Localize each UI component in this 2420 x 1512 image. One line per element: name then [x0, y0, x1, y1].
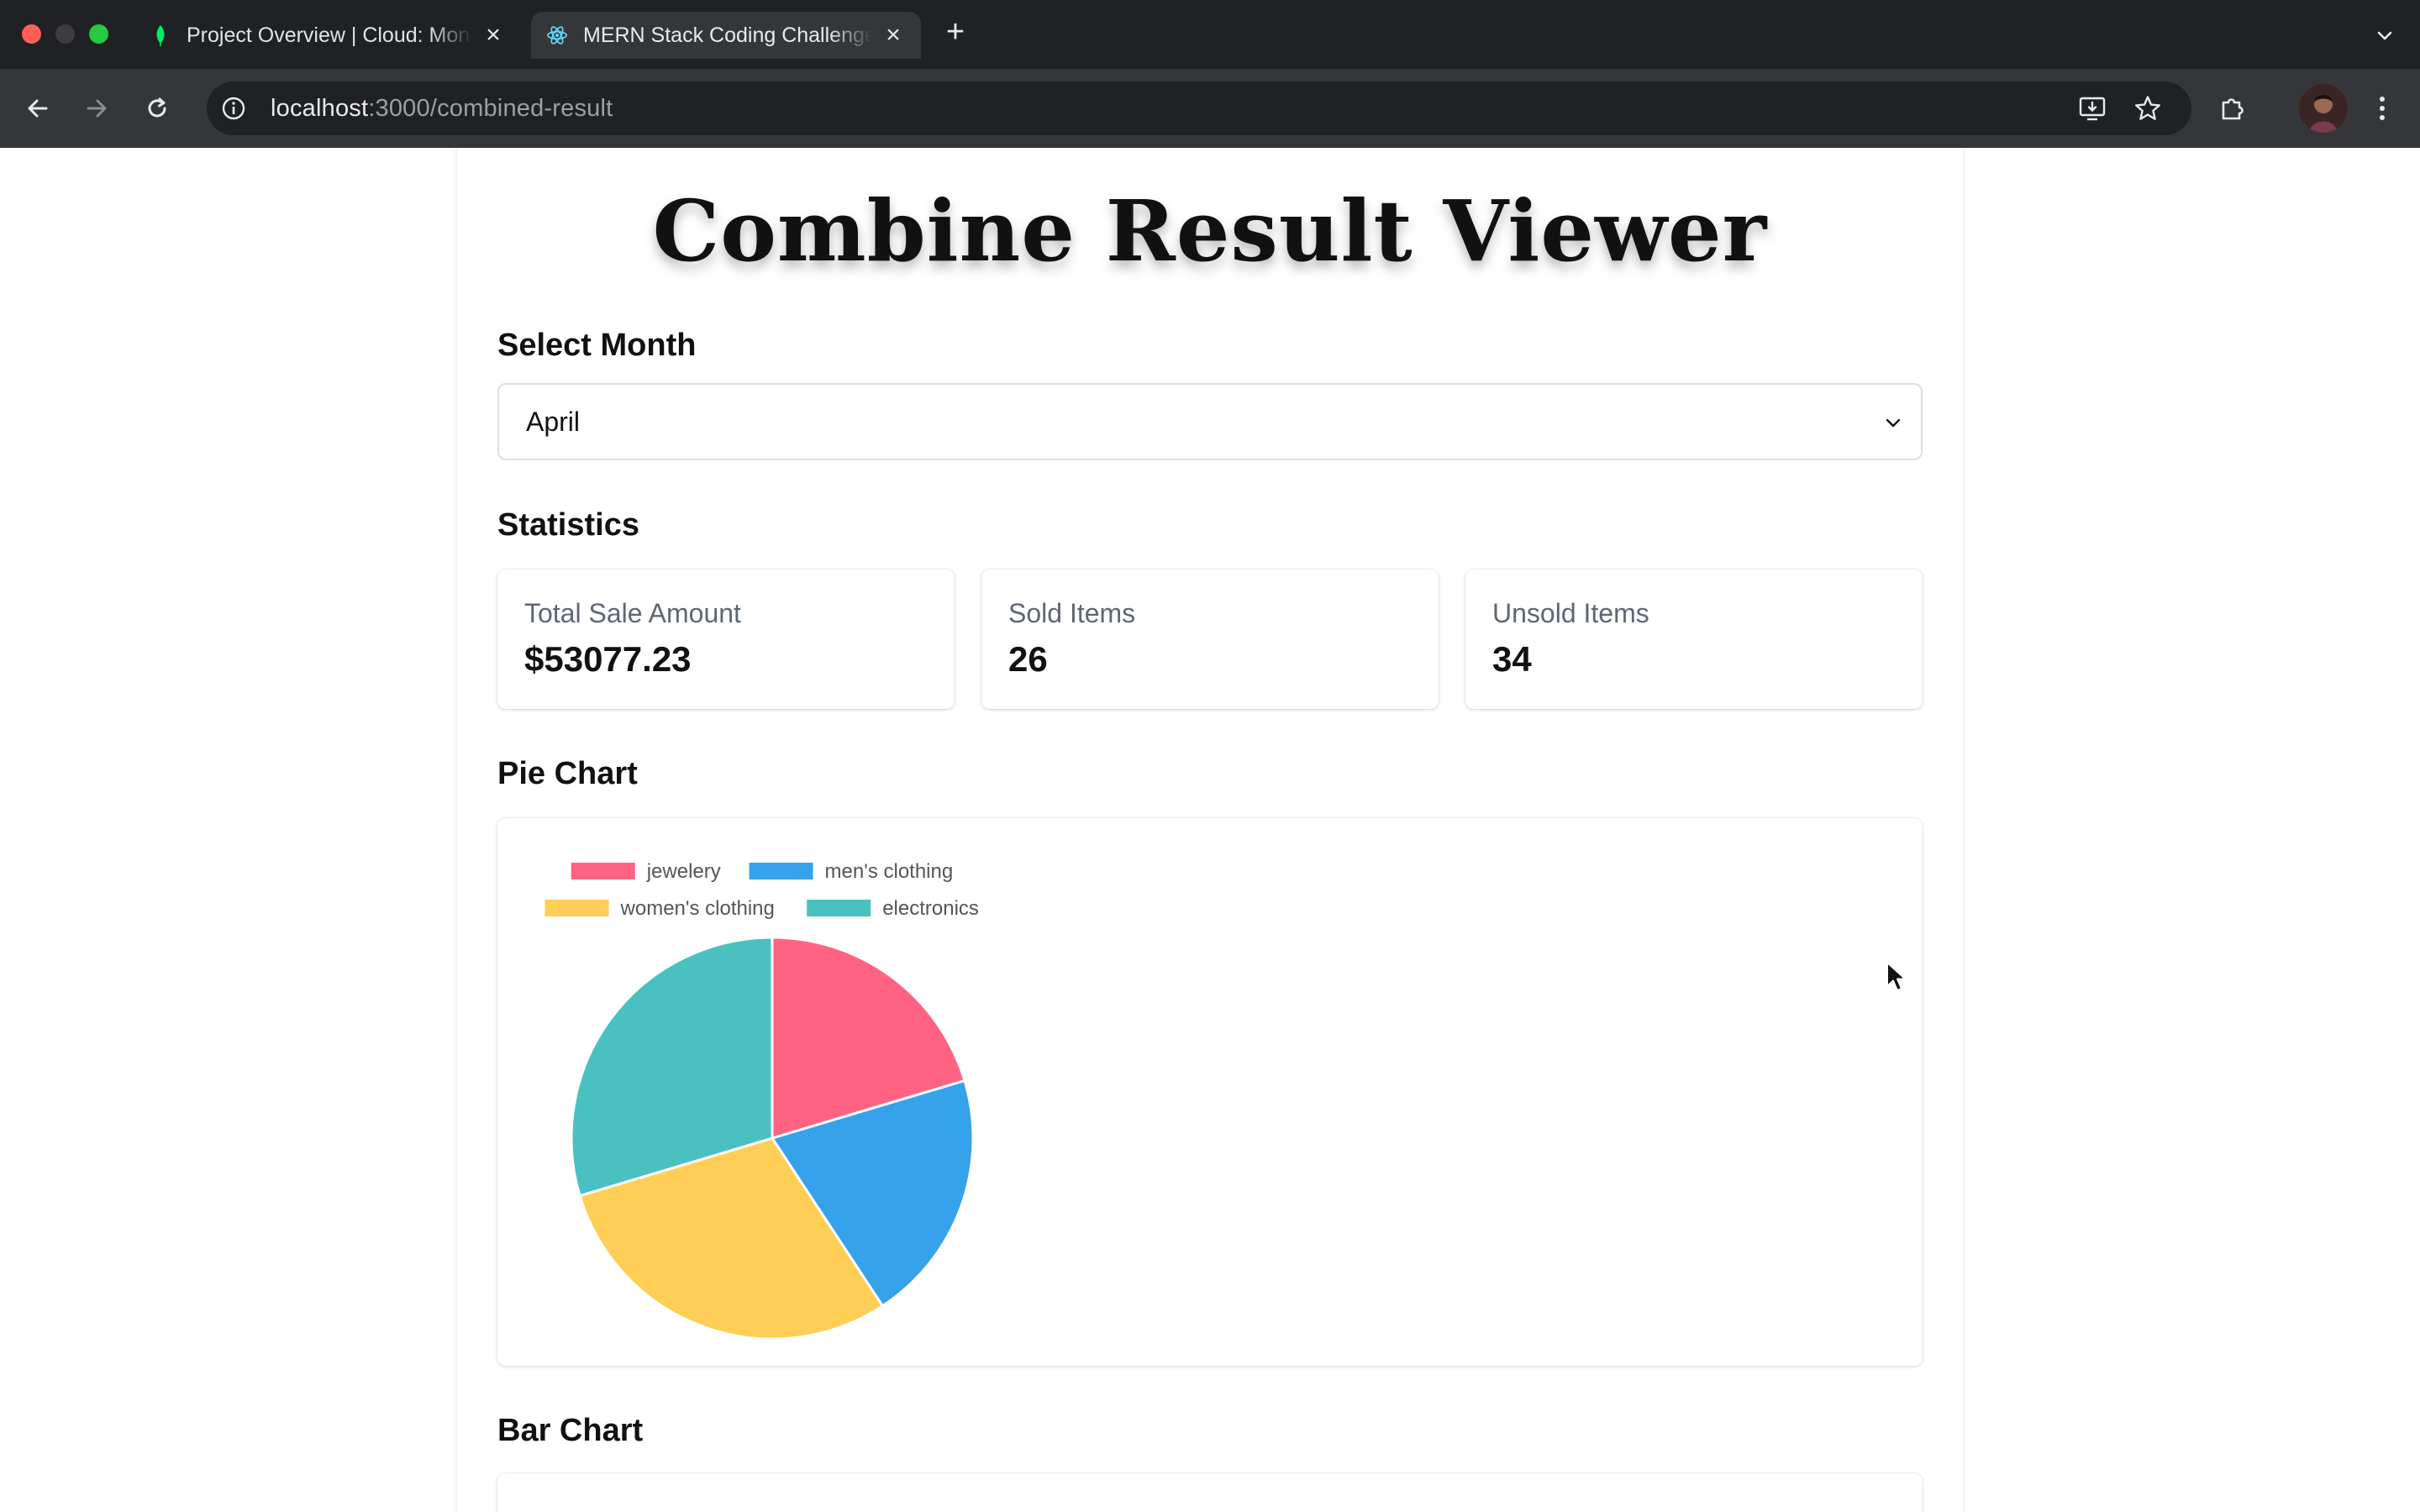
stat-card-total-sale: Total Sale Amount $53077.23 — [497, 570, 955, 709]
browser-toolbar: localhost:3000/combined-result — [0, 69, 2420, 148]
statistics-heading: Statistics — [497, 507, 639, 543]
stat-value: 34 — [1492, 639, 1532, 679]
tab-search-chevron-icon[interactable] — [2368, 18, 2402, 52]
stat-label: Total Sale Amount — [524, 598, 741, 628]
tab-project-overview[interactable]: Project Overview | Cloud: MongoDB Cloud … — [134, 12, 521, 59]
window-minimize-button[interactable] — [55, 24, 75, 44]
bar-chart-heading: Bar Chart — [497, 1413, 644, 1448]
legend-label[interactable]: electronics — [882, 897, 979, 920]
url-text[interactable]: localhost:3000/combined-result — [271, 95, 613, 123]
stat-card-unsold-items: Unsold Items 34 — [1465, 570, 1923, 709]
stat-label: Sold Items — [1008, 598, 1136, 628]
url-path: :3000/combined-result — [368, 94, 613, 122]
pie-chart-card: jewelery men's clothing women's clothing el… — [497, 818, 1923, 1366]
tab-title: MERN Stack Coding Challenge — [583, 23, 872, 47]
bar-chart-card — [497, 1473, 1923, 1512]
legend-swatch[interactable] — [749, 863, 813, 879]
site-info-icon[interactable] — [220, 95, 247, 122]
legend-label[interactable]: men's clothing — [825, 860, 954, 883]
bookmark-star-icon[interactable] — [2129, 90, 2166, 127]
stat-value: 26 — [1008, 639, 1048, 679]
browser-tab-bar: Project Overview | Cloud: MongoDB Cloud … — [0, 0, 2420, 69]
reload-icon[interactable] — [138, 89, 176, 128]
month-select[interactable]: April — [497, 383, 1923, 460]
page-viewport: Combine Result Viewer Select Month April… — [0, 148, 2420, 1512]
stat-card-sold-items: Sold Items 26 — [981, 570, 1439, 709]
page-title: Combine Result Viewer — [652, 181, 1768, 281]
legend-swatch[interactable] — [807, 900, 871, 916]
new-tab-button[interactable]: + — [939, 14, 972, 50]
stat-label: Unsold Items — [1492, 598, 1649, 628]
react-icon — [546, 24, 568, 46]
chevron-down-icon — [1881, 410, 1906, 435]
legend-swatch[interactable] — [544, 900, 609, 916]
month-select-label: Select Month — [497, 328, 697, 363]
window-close-button[interactable] — [22, 24, 41, 44]
tab-close-icon[interactable]: × — [881, 21, 906, 49]
mongodb-leaf-icon — [150, 24, 171, 46]
legend-label[interactable]: jewelery — [646, 860, 721, 883]
main-container: Combine Result Viewer Select Month April… — [457, 148, 1963, 1512]
profile-avatar[interactable] — [2299, 84, 2348, 133]
more-menu-icon[interactable] — [2363, 89, 2402, 128]
pie-chart: jewelery men's clothing women's clothing el… — [544, 860, 979, 1341]
extensions-puzzle-icon[interactable] — [2213, 89, 2252, 128]
url-host: localhost — [271, 94, 369, 122]
forward-arrow-icon[interactable] — [77, 89, 116, 128]
pie-chart-heading: Pie Chart — [497, 756, 638, 791]
legend-swatch[interactable] — [571, 863, 635, 879]
tab-close-icon[interactable]: × — [481, 21, 506, 49]
back-arrow-icon[interactable] — [18, 89, 57, 128]
month-select-value: April — [526, 406, 581, 437]
stat-value: $53077.23 — [524, 639, 692, 679]
install-app-icon[interactable] — [2074, 90, 2111, 127]
tab-mern-challenge[interactable]: MERN Stack Coding Challenge × — [531, 12, 921, 59]
window-maximize-button[interactable] — [89, 24, 108, 44]
legend-label[interactable]: women's clothing — [620, 897, 775, 920]
mouse-cursor-icon — [1886, 962, 1907, 991]
address-bar[interactable]: localhost:3000/combined-result — [207, 81, 2191, 135]
tab-title: Project Overview | Cloud: MongoDB Cloud — [187, 23, 472, 47]
